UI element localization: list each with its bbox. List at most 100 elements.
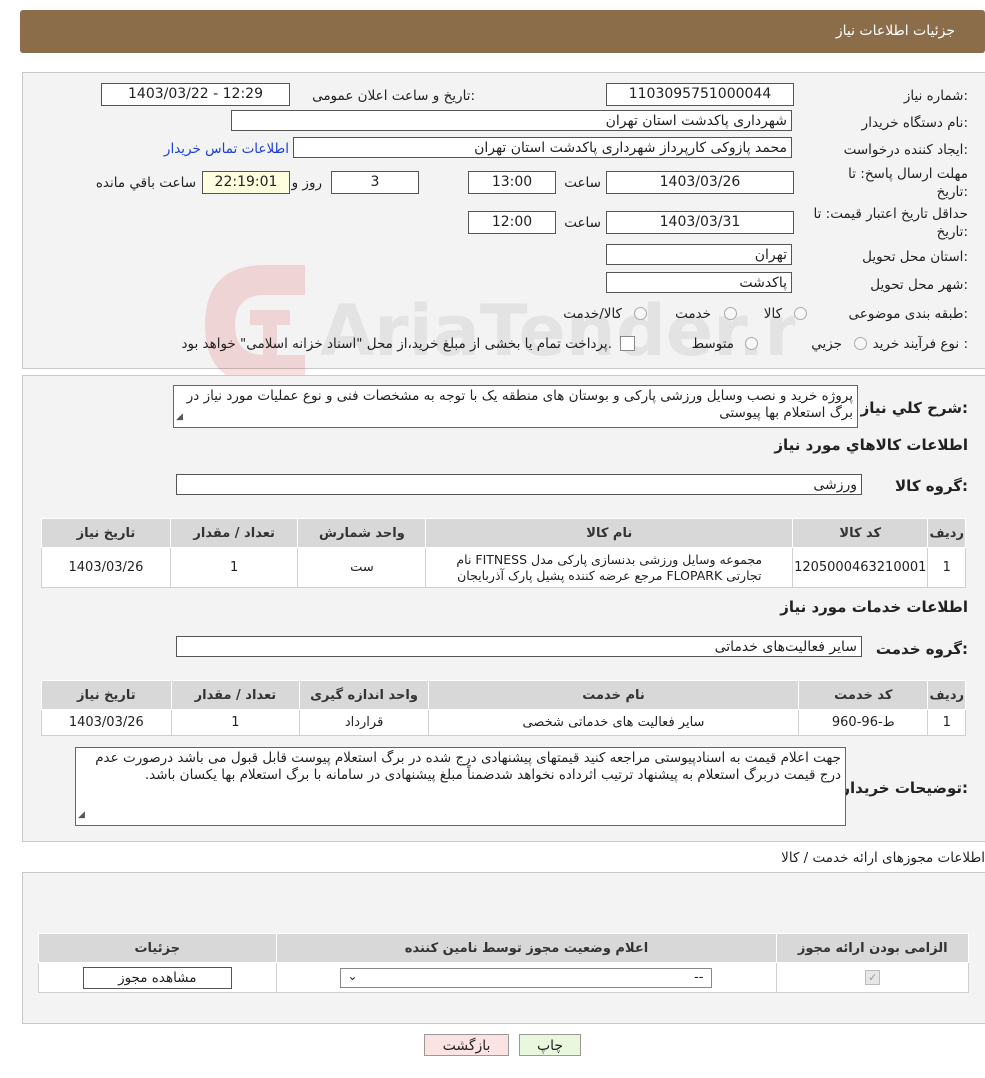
validity-label-date: تاریخ:	[936, 224, 968, 240]
deadline-label: مهلت ارسال پاسخ: تا	[848, 166, 968, 182]
cell-need-date: 1403/03/26	[41, 547, 171, 588]
view-permit-button[interactable]: مشاهده مجوز	[82, 966, 232, 989]
remaining-days-field: 3	[331, 171, 419, 194]
permits-section-title: اطلاعات مجوزهای ارائه خدمت / کالا	[781, 850, 985, 866]
resize-grip-icon[interactable]: ◢	[78, 807, 85, 824]
cell-details: مشاهده مجوز	[38, 962, 277, 993]
process-radio-small[interactable]	[854, 337, 867, 350]
buyer-contact-link[interactable]: اطلاعات تماس خریدار	[164, 141, 289, 157]
validity-date-field: 1403/03/31	[606, 211, 794, 234]
category-option-both: کالا/خدمت	[563, 306, 622, 322]
province-field: تهران	[606, 244, 792, 265]
creator-field: محمد پازوکی کارپرداز شهرداری پاکدشت استا…	[293, 137, 792, 158]
services-table-header: تاريخ نياز تعداد / مقدار واحد اندازه گير…	[41, 680, 966, 710]
city-field: پاکدشت	[606, 272, 792, 293]
permit-status-select[interactable]: -- ⌄	[340, 967, 713, 988]
print-button[interactable]: چاپ	[519, 1034, 581, 1056]
table-row: مشاهده مجوز -- ⌄ ✓	[38, 962, 969, 993]
city-label: شهر محل تحویل:	[870, 277, 968, 293]
back-button[interactable]: بازگشت	[424, 1034, 509, 1056]
col-unit: واحد شمارش	[297, 518, 427, 548]
col-row-index: رديف	[927, 518, 966, 548]
remaining-label: ساعت باقي مانده	[95, 175, 196, 191]
service-group-label: گروه خدمت:	[875, 640, 968, 658]
col-service-code: کد خدمت	[798, 680, 929, 710]
cell-qty: 1	[170, 709, 301, 736]
description-textarea: پروژه خرید و نصب وسایل ورزشی پارکی و بوس…	[173, 385, 858, 428]
services-section-title: اطلاعات خدمات مورد نياز	[780, 598, 968, 616]
deadline-label-date: تاریخ:	[936, 184, 968, 200]
need-number-field: 1103095751000044	[606, 83, 794, 106]
col-service-name: نام خدمت	[427, 680, 800, 710]
buyer-org-field: شهرداری پاکدشت استان تهران	[231, 110, 792, 131]
table-row: 1403/03/26 1 ست مجموعه وسایل ورزشی بدنسا…	[41, 547, 966, 588]
process-option-medium: متوسط	[691, 336, 734, 352]
goods-table: تاريخ نياز تعداد / مقدار واحد شمارش نام …	[41, 518, 966, 588]
col-qty: تعداد / مقدار	[169, 518, 299, 548]
process-note: پرداخت تمام یا بخشی از مبلغ خرید،از محل …	[181, 336, 612, 352]
treasury-checkbox[interactable]	[620, 336, 635, 351]
cell-permit-required: ✓	[776, 962, 969, 993]
announce-datetime-field: 1403/03/22 - 12:29	[101, 83, 290, 106]
validity-label: حداقل تاریخ اعتبار قیمت: تا	[813, 206, 968, 222]
cell-qty: 1	[169, 547, 299, 588]
buyer-notes-label: توضیحات خریدار:	[841, 779, 968, 797]
creator-label: ایجاد کننده درخواست:	[843, 142, 968, 158]
cell-permit-status: -- ⌄	[275, 962, 778, 993]
validity-time-label: ساعت	[564, 215, 601, 231]
buyer-org-label: نام دستگاه خریدار:	[861, 115, 968, 131]
cell-need-date: 1403/03/26	[41, 709, 172, 736]
province-label: استان محل تحویل:	[862, 249, 968, 265]
col-need-date: تاريخ نياز	[41, 518, 171, 548]
col-measure-unit: واحد اندازه گيری	[299, 680, 429, 710]
announce-label: تاریخ و ساعت اعلان عمومی:	[312, 88, 475, 104]
deadline-time-field: 13:00	[468, 171, 556, 194]
watermark-text: AriaTender.neT	[320, 290, 795, 372]
col-permit-required: الزامی بودن ارائه مجوز	[776, 933, 969, 963]
table-row: 1403/03/26 1 قرارداد سایر فعالیت های خدم…	[41, 709, 966, 736]
col-goods-name: نام کالا	[425, 518, 794, 548]
category-option-goods: کالا	[763, 306, 782, 322]
cell-goods-name: مجموعه وسایل ورزشی بدنسازی پارکی مدل FIT…	[425, 547, 794, 588]
col-goods-code: کد کالا	[792, 518, 929, 548]
buyer-notes-text: جهت اعلام قیمت به اسنادپیوستی مراجعه کنی…	[95, 750, 841, 783]
permits-table-header: جزئیات اعلام وضعیت مجوز توسط نامین کننده…	[38, 933, 969, 963]
goods-name-line-2: تجارتی FLOPARK مرجع عرضه کننده پشیل پارک…	[457, 567, 762, 583]
deadline-date-field: 1403/03/26	[606, 171, 794, 194]
description-label: شرح کلي نياز:	[860, 399, 968, 417]
permits-table: جزئیات اعلام وضعیت مجوز توسط نامین کننده…	[38, 933, 969, 993]
col-qty: تعداد / مقدار	[170, 680, 301, 710]
cell-service-code: ط-96-960	[798, 709, 929, 736]
col-need-date: تاريخ نياز	[41, 680, 172, 710]
days-label: روز و	[291, 175, 322, 191]
services-table: تاريخ نياز تعداد / مقدار واحد اندازه گير…	[41, 680, 966, 736]
col-details: جزئیات	[38, 933, 277, 963]
process-option-small: جزیي	[811, 336, 842, 352]
cell-service-name: سایر فعالیت های خدماتی شخصی	[427, 709, 800, 736]
cell-row-index: 1	[927, 547, 966, 588]
chevron-down-icon: ⌄	[347, 968, 358, 983]
category-radio-service[interactable]	[724, 307, 737, 320]
category-radio-both[interactable]	[634, 307, 647, 320]
permit-required-checkbox: ✓	[865, 970, 881, 985]
service-group-field: سایر فعالیت‌های خدماتی	[176, 636, 862, 657]
cell-measure-unit: قرارداد	[299, 709, 429, 736]
category-option-service: خدمت	[675, 306, 711, 322]
category-radio-goods[interactable]	[794, 307, 807, 320]
validity-time-field: 12:00	[468, 211, 556, 234]
page-title: جزئیات اطلاعات نیاز	[835, 23, 955, 39]
remaining-time-field: 22:19:01	[202, 171, 290, 194]
goods-name-line-1: مجموعه وسایل ورزشی بدنسازی پارکی مدل FIT…	[456, 551, 763, 567]
need-number-label: شماره نیاز:	[903, 88, 968, 104]
deadline-time-label: ساعت	[564, 175, 601, 191]
permit-status-value: --	[694, 969, 704, 985]
process-radio-medium[interactable]	[745, 337, 758, 350]
col-row-index: رديف	[927, 680, 966, 710]
resize-grip-icon[interactable]: ◢	[176, 409, 183, 426]
cell-goods-code: 1205000463210001	[792, 547, 929, 588]
goods-group-label: گروه کالا:	[895, 477, 968, 495]
goods-table-header: تاريخ نياز تعداد / مقدار واحد شمارش نام …	[41, 518, 966, 548]
page-header: جزئیات اطلاعات نیاز	[20, 10, 985, 53]
cell-unit: ست	[297, 547, 427, 588]
buyer-notes-textarea: جهت اعلام قیمت به اسنادپیوستی مراجعه کنی…	[75, 747, 846, 826]
